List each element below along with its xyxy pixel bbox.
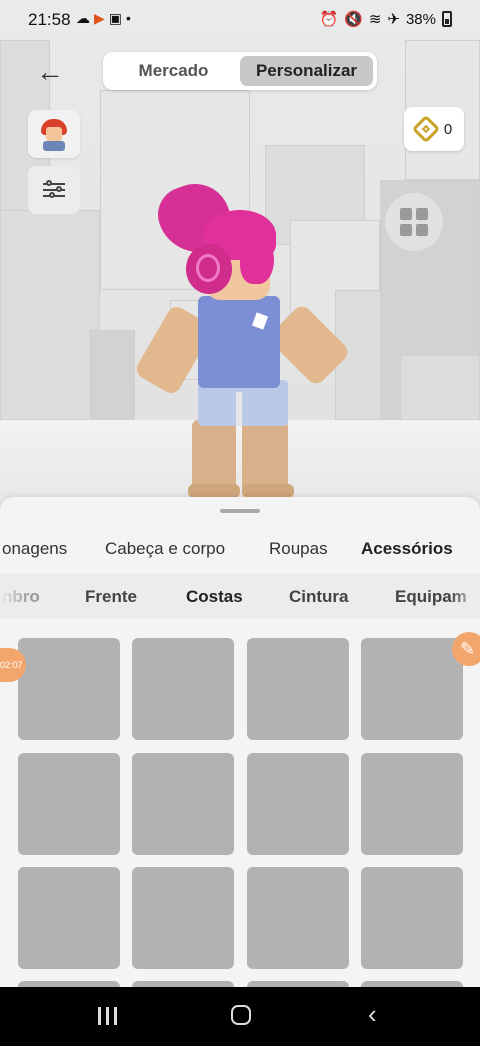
sliders-icon xyxy=(43,179,65,201)
tab-acessorios[interactable]: Acessórios xyxy=(361,539,453,559)
avatar-thumbnail-icon xyxy=(41,119,67,151)
status-time: 21:58 xyxy=(28,10,71,29)
item-tile[interactable] xyxy=(18,638,120,740)
item-tile[interactable] xyxy=(247,753,349,855)
avatar-leg-right xyxy=(242,420,288,492)
item-tile[interactable] xyxy=(361,638,463,740)
tab-roupas[interactable]: Roupas xyxy=(269,539,328,559)
filter-settings-button[interactable] xyxy=(28,166,80,214)
subcategory-tabs: nbro Frente Costas Cintura Equipam xyxy=(0,573,480,619)
avatar-leg-left xyxy=(192,420,236,492)
mute-icon: 🔇 xyxy=(344,11,363,28)
home-button[interactable] xyxy=(231,1005,251,1025)
avatar-foot-left xyxy=(188,484,240,498)
recent-apps-button[interactable] xyxy=(98,1007,117,1025)
item-tile[interactable] xyxy=(247,867,349,969)
battery-percent: 38% xyxy=(405,10,436,28)
status-bar: 21:58 ☁▶▣• ⏰ 🔇 ≋ ✈ 38% xyxy=(0,0,480,40)
alarm-icon: ⏰ xyxy=(319,11,339,28)
bg-building xyxy=(400,355,480,420)
bg-building xyxy=(90,330,135,420)
item-tile[interactable] xyxy=(132,638,234,740)
cloud-icon: ☁ xyxy=(76,10,94,26)
mode-segmented-control: Mercado Personalizar xyxy=(103,52,377,90)
grid-view-button[interactable] xyxy=(385,193,443,251)
status-notification-icons: ☁▶▣• xyxy=(76,10,135,27)
avatar-foot-right xyxy=(242,484,294,498)
robux-count: 0 xyxy=(443,120,453,138)
item-tile[interactable] xyxy=(361,753,463,855)
tab-mercado[interactable]: Mercado xyxy=(107,56,240,86)
customize-sheet: onagens Cabeça e corpo Roupas Acessórios… xyxy=(0,497,480,987)
item-tile[interactable] xyxy=(18,867,120,969)
avatar-headphones-ring xyxy=(196,254,220,282)
subtab-costas[interactable]: Costas xyxy=(186,587,243,607)
tab-cabeca-e-corpo[interactable]: Cabeça e corpo xyxy=(105,539,225,559)
wifi-icon: ≋ xyxy=(368,11,382,28)
airplane-icon: ✈ xyxy=(387,11,400,28)
grid-icon xyxy=(400,208,412,220)
arrow-left-icon: ← xyxy=(36,56,64,87)
subtab-frente[interactable]: Frente xyxy=(85,587,137,607)
brush-icon: ✎ xyxy=(460,638,476,659)
robux-balance-button[interactable]: 0 xyxy=(404,107,464,151)
avatar-shorts-gap xyxy=(236,392,242,426)
bg-building xyxy=(0,210,100,420)
tab-personalizar[interactable]: Personalizar xyxy=(240,56,373,86)
avatar-shirt xyxy=(198,296,280,388)
back-button[interactable]: ← xyxy=(30,56,70,88)
system-navigation-bar: ‹ xyxy=(0,987,480,1046)
dot-icon: • xyxy=(126,10,135,26)
robux-icon xyxy=(411,114,440,144)
image-icon: ▣ xyxy=(108,10,127,26)
scroll-fade-right xyxy=(450,573,480,619)
item-tile[interactable] xyxy=(361,867,463,969)
chevron-left-icon: ‹ xyxy=(368,999,377,1029)
system-back-button[interactable]: ‹ xyxy=(368,1001,377,1027)
scroll-fade-left xyxy=(0,573,30,619)
tab-personagens[interactable]: onagens xyxy=(2,539,67,559)
avatar-thumbnail-button[interactable] xyxy=(28,110,80,158)
item-tile[interactable] xyxy=(247,638,349,740)
sheet-drag-handle[interactable] xyxy=(220,509,260,513)
subtab-cintura[interactable]: Cintura xyxy=(289,587,349,607)
video-icon: ▶ xyxy=(94,10,109,26)
item-tile[interactable] xyxy=(132,753,234,855)
edit-floating-button[interactable]: ✎ xyxy=(452,632,480,666)
timer-text: 02:07 xyxy=(0,660,23,670)
item-tile[interactable] xyxy=(132,867,234,969)
battery-icon xyxy=(442,11,452,27)
item-tile[interactable] xyxy=(18,753,120,855)
status-right: ⏰ 🔇 ≋ ✈ 38% xyxy=(319,10,452,28)
